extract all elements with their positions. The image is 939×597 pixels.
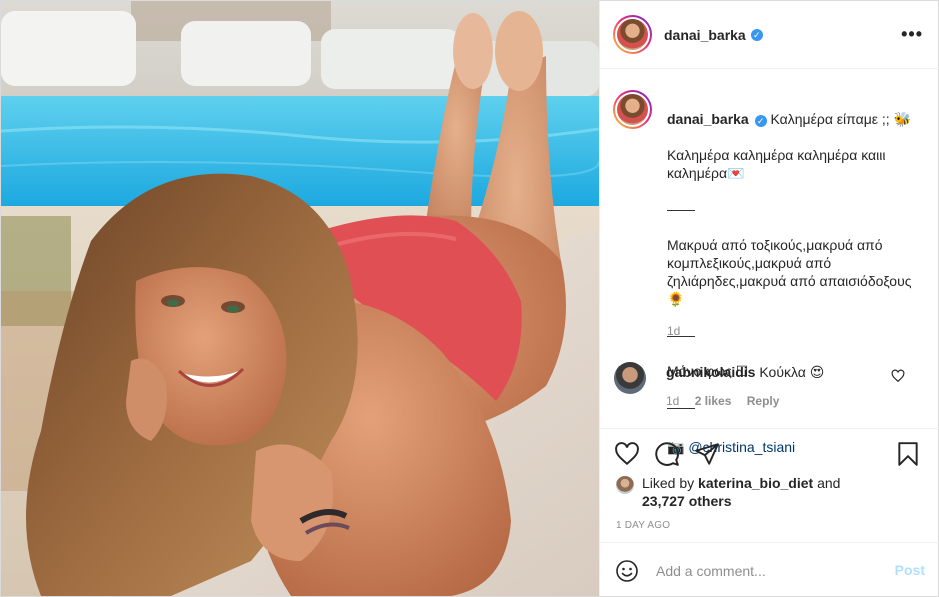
likes-prefix: Liked by bbox=[642, 475, 695, 491]
likes-others[interactable]: 23,727 others bbox=[642, 493, 732, 509]
likes-joiner: and bbox=[817, 475, 841, 491]
liker-avatar[interactable] bbox=[616, 476, 634, 494]
comment-input[interactable] bbox=[656, 561, 876, 581]
caption-line-2: —— bbox=[667, 201, 695, 217]
comments-area: danai_barka ✓ Καλημέρα είπαμε ;; 🐝 Καλημ… bbox=[600, 70, 939, 455]
share-paper-plane-icon[interactable] bbox=[694, 441, 720, 467]
comment-body: gabnikolaidis Κούκλα 😍 bbox=[666, 364, 824, 381]
caption-line-3: Μακρυά από τοξικούς,μακρυά από κομπλεξικ… bbox=[667, 237, 912, 307]
caption-avatar[interactable] bbox=[613, 90, 652, 129]
caption-username[interactable]: danai_barka bbox=[667, 111, 749, 127]
comment-bubble-icon[interactable] bbox=[654, 441, 680, 467]
more-options-icon[interactable]: ••• bbox=[901, 25, 923, 43]
likes-text: Liked by katerina_bio_diet and 23,727 ot… bbox=[642, 474, 902, 510]
commenter-avatar[interactable] bbox=[614, 362, 646, 394]
caption-time[interactable]: 1d bbox=[667, 324, 680, 338]
post-actions: Liked by katerina_bio_diet and 23,727 ot… bbox=[600, 428, 939, 596]
commenter-username[interactable]: gabnikolaidis bbox=[666, 364, 755, 380]
comment-time[interactable]: 1d bbox=[666, 394, 679, 408]
like-heart-icon[interactable] bbox=[614, 441, 640, 467]
avatar-inner bbox=[615, 17, 650, 52]
author-avatar[interactable] bbox=[613, 15, 652, 54]
comment-meta: 1d 2 likes Reply bbox=[666, 394, 791, 408]
post-timestamp[interactable]: 1 DAY AGO bbox=[616, 520, 670, 531]
verified-badge-icon: ✓ bbox=[750, 28, 763, 41]
post-photo[interactable] bbox=[1, 1, 599, 596]
caption-line-0: Καλημέρα είπαμε ;; 🐝 bbox=[770, 111, 912, 127]
caption-line-1: Καλημέρα καλημέρα καλημέρα καιιι καλημέρ… bbox=[667, 147, 886, 181]
post-sidebar: danai_barka ✓ ••• danai_barka ✓ Καλημέρα… bbox=[599, 1, 939, 596]
post-header: danai_barka ✓ ••• bbox=[600, 1, 939, 69]
instagram-post: danai_barka ✓ ••• danai_barka ✓ Καλημέρα… bbox=[0, 0, 939, 597]
verified-badge-icon: ✓ bbox=[754, 115, 767, 127]
photo-illustration bbox=[1, 1, 599, 596]
avatar-image bbox=[617, 19, 648, 50]
emoji-smiley-icon[interactable] bbox=[615, 559, 639, 583]
caption-text: danai_barka ✓ Καλημέρα είπαμε ;; 🐝 Καλημ… bbox=[667, 92, 929, 474]
comment-text: Κούκλα 😍 bbox=[759, 364, 825, 380]
caption-line-4: —— bbox=[667, 327, 695, 343]
comment-likes[interactable]: 2 likes bbox=[695, 394, 732, 408]
post-comment-button[interactable]: Post bbox=[895, 562, 925, 578]
author-username[interactable]: danai_barka bbox=[664, 27, 746, 43]
save-bookmark-icon[interactable] bbox=[895, 441, 921, 467]
liker-username[interactable]: katerina_bio_diet bbox=[698, 475, 813, 491]
comment-reply-button[interactable]: Reply bbox=[747, 394, 780, 408]
comment-like-heart-icon[interactable] bbox=[891, 369, 905, 383]
add-comment-bar: Post bbox=[600, 542, 939, 597]
caption-first-line: danai_barka ✓ Καλημέρα είπαμε ;; 🐝 bbox=[667, 110, 929, 128]
